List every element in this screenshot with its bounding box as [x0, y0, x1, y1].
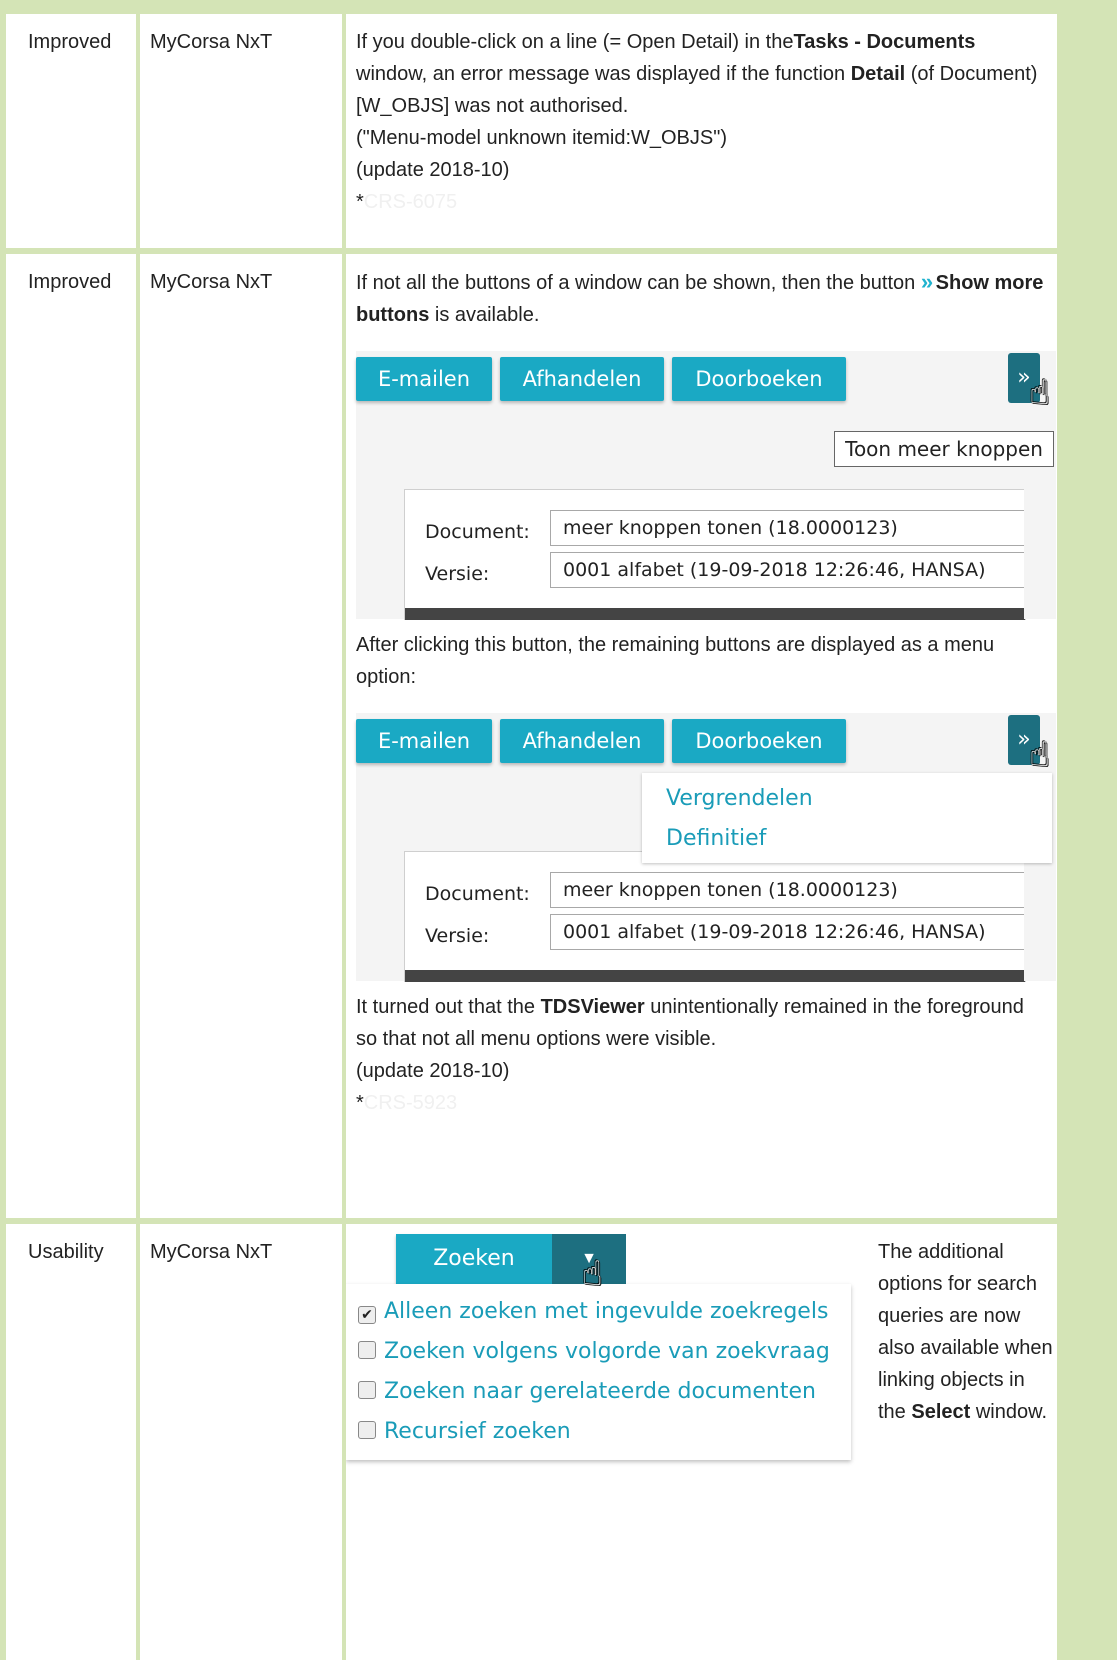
row2-update: (update 2018-10) — [356, 1060, 510, 1082]
versie-label: Versie: — [425, 563, 490, 585]
document-field[interactable]: meer knoppen tonen (18.0000123) — [550, 510, 1044, 546]
row1-update: (update 2018-10) — [356, 159, 510, 181]
more-buttons-menu: Vergrendelen Definitief — [642, 773, 1052, 863]
row2-product-cell: MyCorsa NxT — [140, 254, 342, 1218]
form-bottom-bar — [405, 970, 1025, 982]
checkbox-icon[interactable] — [358, 1421, 376, 1439]
row2-end-text: It turned out that the TDSViewer uninten… — [356, 996, 1024, 1050]
option-gerelateerde-documenten[interactable]: Zoeken naar gerelateerde documenten — [358, 1376, 816, 1408]
doorboeken-button[interactable]: Doorboeken — [672, 357, 846, 401]
zoeken-button[interactable]: Zoeken — [396, 1234, 552, 1284]
emailen-button[interactable]: E-mailen — [356, 357, 492, 401]
option-ingevulde-zoekregels[interactable]: ✔ Alleen zoeken met ingevulde zoekregels — [358, 1296, 828, 1328]
menu-item-definitief[interactable]: Definitief — [666, 823, 766, 855]
screenshot-toolbar: E-mailen Afhandelen Doorboeken » ☝ Toon … — [356, 351, 1056, 620]
row1-type: Improved — [28, 31, 112, 53]
document-form: Document: meer knoppen tonen (18.0000123… — [404, 851, 1044, 982]
hand-cursor-icon: ☝ — [1029, 373, 1050, 413]
row1-product: MyCorsa NxT — [150, 31, 273, 53]
document-label: Document: — [425, 521, 530, 543]
afhandelen-button[interactable]: Afhandelen — [500, 719, 664, 763]
form-bottom-bar — [405, 608, 1025, 620]
checkbox-checked-icon[interactable]: ✔ — [358, 1306, 376, 1324]
document-label: Document: — [425, 883, 530, 905]
row1-description-cell: If you double-click on a line (= Open De… — [346, 14, 1057, 248]
row2-type-cell: Improved — [6, 254, 136, 1218]
row1-type-cell: Improved — [6, 14, 136, 248]
row2-mid-text: After clicking this button, the remainin… — [356, 634, 995, 688]
row2-description-cell: If not all the buttons of a window can b… — [346, 254, 1057, 1218]
table: Improved MyCorsa NxT If you double-click… — [0, 0, 1117, 1660]
row3-description-cell: Zoeken ▼ ✔ Alleen zoeken met ingevulde zo… — [346, 1224, 1057, 1660]
tooltip: Toon meer knoppen — [834, 431, 1054, 467]
emailen-button[interactable]: E-mailen — [356, 719, 492, 763]
row3-product: MyCorsa NxT — [150, 1241, 273, 1263]
menu-item-vergrendelen[interactable]: Vergrendelen — [666, 783, 813, 815]
scrollbar[interactable] — [1024, 471, 1056, 619]
screenshot-search: Zoeken ▼ ✔ Alleen zoeken met ingevulde zo… — [346, 1234, 856, 1524]
row1-error-text: ("Menu-model unknown itemid:W_OBJS") — [356, 127, 727, 149]
screenshot-menu: E-mailen Afhandelen Doorboeken » ☝ Docum… — [356, 713, 1056, 982]
hand-cursor-icon: ☝ — [1029, 735, 1050, 775]
versie-label: Versie: — [425, 925, 490, 947]
row3-product-cell: MyCorsa NxT — [140, 1224, 342, 1660]
afhandelen-button[interactable]: Afhandelen — [500, 357, 664, 401]
document-form: Document: meer knoppen tonen (18.0000123… — [404, 489, 1044, 620]
versie-field[interactable]: 0001 alfabet (19-09-2018 12:26:46, HANSA… — [550, 552, 1044, 588]
row2-ref: *CRS-5923 — [356, 1092, 458, 1114]
row2-intro: If not all the buttons of a window can b… — [356, 269, 1044, 326]
versie-field[interactable]: 0001 alfabet (19-09-2018 12:26:46, HANSA… — [550, 914, 1044, 950]
hand-cursor-icon: ☝ — [582, 1255, 603, 1293]
show-more-icon: » — [920, 269, 933, 294]
row1-product-cell: MyCorsa NxT — [140, 14, 342, 248]
doorboeken-button[interactable]: Doorboeken — [672, 719, 846, 763]
document-field[interactable]: meer knoppen tonen (18.0000123) — [550, 872, 1044, 908]
checkbox-icon[interactable] — [358, 1341, 376, 1359]
checkbox-icon[interactable] — [358, 1381, 376, 1399]
row3-description: The additional options for search querie… — [878, 1241, 1053, 1423]
row3-type: Usability — [28, 1241, 104, 1263]
row2-product: MyCorsa NxT — [150, 271, 273, 293]
option-recursief-zoeken[interactable]: Recursief zoeken — [358, 1416, 571, 1448]
option-volgorde-zoekvraag[interactable]: Zoeken volgens volgorde van zoekvraag — [358, 1336, 830, 1368]
search-options-panel: ✔ Alleen zoeken met ingevulde zoekregels … — [346, 1284, 851, 1460]
row3-type-cell: Usability — [6, 1224, 136, 1660]
row1-ref: *CRS-6075 — [356, 191, 458, 213]
row2-type: Improved — [28, 271, 112, 293]
row1-description: If you double-click on a line (= Open De… — [356, 31, 1038, 117]
